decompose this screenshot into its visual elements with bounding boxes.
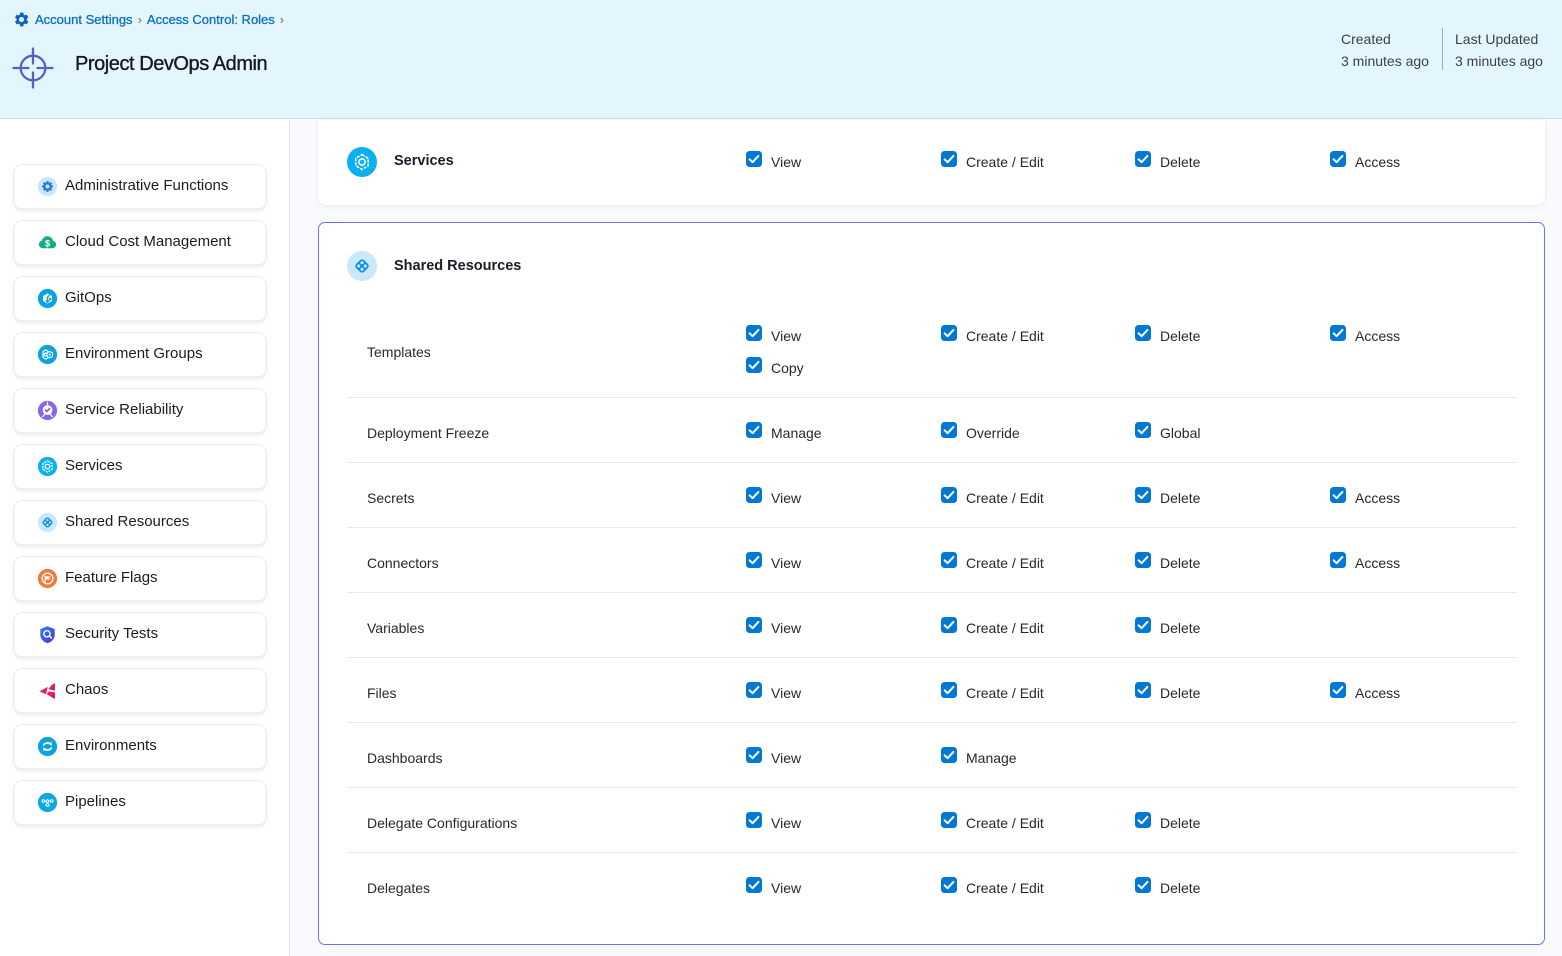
svg-text:$: $ bbox=[45, 238, 50, 248]
